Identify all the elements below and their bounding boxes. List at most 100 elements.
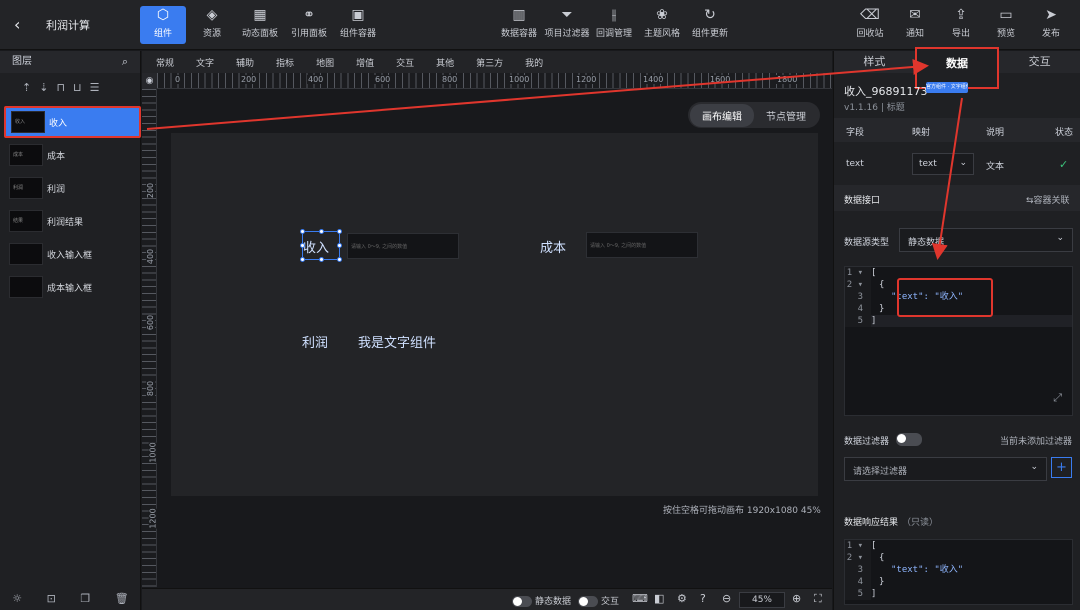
resize-handle[interactable] (319, 257, 324, 262)
bulb-icon[interactable]: ☼ (12, 592, 22, 605)
resize-handle[interactable] (300, 243, 305, 248)
canvas-cost-input[interactable]: 请输入 0～9, 之间的数值 (586, 232, 698, 258)
tab-style[interactable]: 样式 (834, 51, 915, 73)
eye-icon[interactable]: ◉ (142, 73, 157, 89)
design-canvas[interactable] (171, 133, 818, 496)
mapping-select[interactable]: text ⌄ (912, 153, 974, 175)
lock-icon[interactable]: ⊡ (47, 592, 56, 605)
resize-handle[interactable] (337, 257, 342, 262)
toolbar-label: 组件 (153, 29, 172, 39)
back-icon[interactable]: ‹ (14, 15, 20, 34)
toolbar-data-container-button[interactable]: ▥ 数据容器 (498, 6, 540, 44)
node-manage-tab[interactable]: 节点管理 (754, 104, 818, 127)
category-tab[interactable]: 文字 (196, 56, 214, 69)
layer-item-income-input[interactable]: 收入输入框 (4, 238, 141, 270)
category-tab[interactable]: 指标 (276, 56, 294, 69)
canvas-text-component[interactable]: 我是文字组件 (358, 332, 436, 351)
category-tab[interactable]: 第三方 (476, 56, 503, 69)
interaction-toggle[interactable]: 交互 (578, 594, 619, 607)
trash-icon: ⌫ (860, 7, 880, 23)
zoom-level[interactable]: 45% (739, 592, 785, 608)
canvas-text-cost[interactable]: 成本 (540, 237, 566, 256)
tab-interaction[interactable]: 交互 (999, 51, 1080, 73)
toolbar-ref-panel-button[interactable]: ⚭ 引用面板 (287, 6, 331, 44)
toolbar-publish-button[interactable]: ➤ 发布 (1036, 6, 1066, 44)
resize-handle[interactable] (319, 229, 324, 234)
category-tab[interactable]: 增值 (356, 56, 374, 69)
move-down-icon[interactable]: ⇣ (39, 81, 48, 101)
ruler-tick: 600 (374, 75, 392, 84)
toolbar-comp-container-button[interactable]: ▣ 组件容器 (336, 6, 380, 44)
datasource-label: 数据源类型 (844, 238, 890, 248)
group-icon[interactable]: ⊓ (56, 81, 65, 101)
layers-title: 图层 (12, 56, 32, 67)
top-toolbar: ‹ 利润计算 ⬡ 组件 ◈ 资源 ▦ 动态面板 ⚭ 引用面板 ▣ 组件容器 ▥ 数据容器 ⏷… (0, 0, 1080, 50)
toggle-switch[interactable] (578, 596, 598, 607)
category-tab[interactable]: 其他 (436, 56, 454, 69)
settings-icon[interactable]: ⚙ (677, 592, 687, 605)
toolbar-notify-button[interactable]: ✉ 通知 (900, 6, 930, 44)
data-filter-toggle[interactable] (896, 433, 922, 446)
layer-item-income[interactable]: 收入 收入 (4, 106, 141, 138)
layer-bottom-tools: ☼ ⊡ ❐ 🗑 (0, 586, 141, 610)
category-tab[interactable]: 交互 (396, 56, 414, 69)
ungroup-icon[interactable]: ⊔ (73, 81, 82, 101)
toolbar-filter-button[interactable]: ⏷ 项目过滤器 (542, 6, 592, 44)
selection-box[interactable] (300, 229, 342, 262)
filter-select[interactable]: 请选择过滤器 ⌄ (844, 457, 1047, 481)
toolbar-label: 回收站 (856, 29, 884, 39)
layer-item-profit-result[interactable]: 结果 利润结果 (4, 205, 141, 237)
panel-icon[interactable]: ◧ (654, 592, 664, 605)
component-name: 收入_96891173 (844, 85, 928, 98)
move-up-icon[interactable]: ⇡ (22, 81, 31, 101)
layer-item-profit[interactable]: 利润 利润 (4, 172, 141, 204)
toolbar-label: 回调管理 (595, 29, 632, 39)
resize-handle[interactable] (337, 229, 342, 234)
expand-icon[interactable]: ⤢ (1053, 391, 1062, 405)
ruler-tick: 1600 (709, 75, 732, 84)
zoom-in-icon[interactable]: ⊕ (792, 592, 801, 605)
toolbar-resources-button[interactable]: ◈ 资源 (194, 6, 230, 44)
data-interface-section: 数据接口 ⇆容器关联 (834, 185, 1080, 211)
toolbar-components-button[interactable]: ⬡ 组件 (140, 6, 186, 44)
toolbar-recycle-button[interactable]: ⌫ 回收站 (853, 6, 887, 44)
help-icon[interactable]: ? (700, 592, 706, 605)
chart-icon: ▥ (512, 7, 526, 23)
chevron-down-icon: ⌄ (1056, 233, 1064, 243)
fit-screen-icon[interactable]: ⛶ (814, 592, 822, 606)
resize-handle[interactable] (300, 257, 305, 262)
resize-handle[interactable] (300, 229, 305, 234)
toolbar-callback-button[interactable]: ⫲ 回调管理 (594, 6, 634, 44)
add-filter-button[interactable]: + (1051, 457, 1072, 478)
datasource-select[interactable]: 静态数据 ⌄ (899, 228, 1073, 252)
search-icon[interactable]: ⌕ (122, 51, 128, 73)
category-tab[interactable]: 我的 (525, 56, 543, 69)
toolbar-theme-button[interactable]: ❀ 主题风格 (642, 6, 682, 44)
zoom-out-icon[interactable]: ⊖ (722, 592, 731, 605)
monitor-icon[interactable]: ⌨ (632, 592, 648, 605)
category-tab[interactable]: 地图 (316, 56, 334, 69)
layer-item-cost-input[interactable]: 成本输入框 (4, 271, 141, 303)
layer-thumbnail: 成本 (9, 144, 43, 166)
toolbar-dynamic-panel-button[interactable]: ▦ 动态面板 (238, 6, 282, 44)
static-data-toggle[interactable]: 静态数据 (512, 594, 571, 607)
list-icon[interactable]: ☰ (90, 81, 100, 101)
category-tab[interactable]: 辅助 (236, 56, 254, 69)
container-link[interactable]: ⇆容器关联 (1026, 193, 1070, 206)
toolbar-preview-button[interactable]: ▭ 预览 (991, 6, 1021, 44)
toolbar-export-button[interactable]: ⇪ 导出 (946, 6, 976, 44)
resize-handle[interactable] (337, 243, 342, 248)
category-tab[interactable]: 常规 (156, 56, 174, 69)
layer-item-cost[interactable]: 成本 成本 (4, 139, 141, 171)
copy-icon[interactable]: ❐ (80, 592, 90, 605)
ruler-tick: 0 (174, 75, 182, 84)
canvas-text-profit[interactable]: 利润 (302, 332, 328, 351)
canvas-income-input[interactable]: 请输入 0～9, 之间的数值 (347, 233, 459, 259)
canvas-edit-tab[interactable]: 画布编辑 (690, 103, 754, 127)
ruler-tick: 1000 (508, 75, 531, 84)
delete-icon[interactable]: 🗑 (115, 592, 129, 605)
toggle-switch[interactable] (512, 596, 532, 607)
toolbar-update-button[interactable]: ↻ 组件更新 (690, 6, 730, 44)
toolbar-label: 通知 (905, 29, 924, 39)
code-text: { (879, 553, 885, 563)
